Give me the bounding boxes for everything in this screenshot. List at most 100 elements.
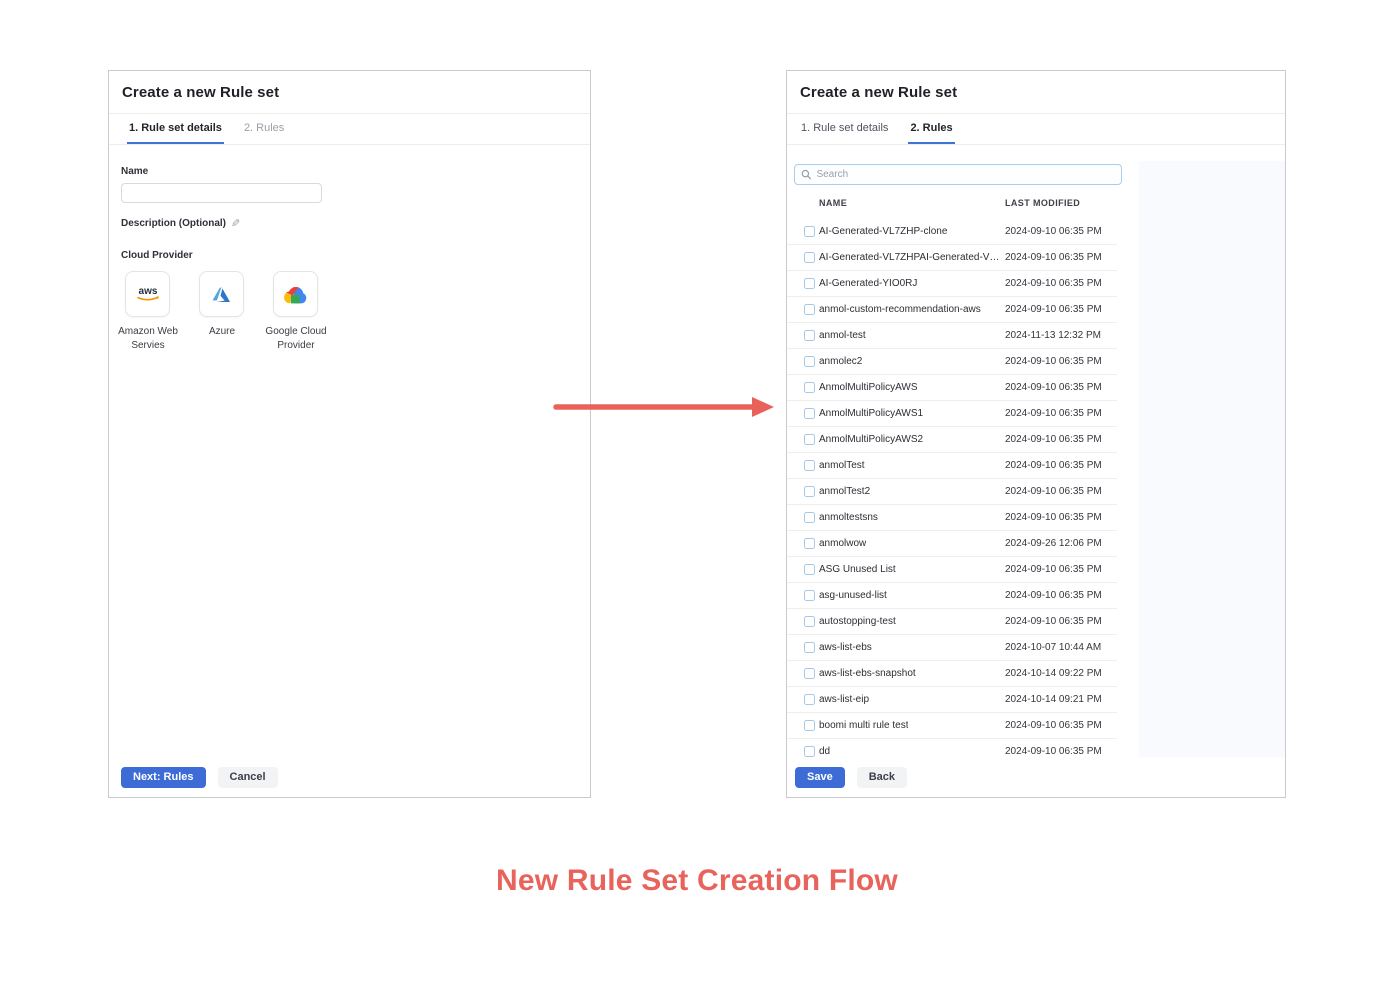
row-checkbox[interactable] (804, 252, 815, 263)
dialog-title: Create a new Rule set (122, 84, 279, 101)
tab-rules[interactable]: 2. Rules (908, 114, 954, 144)
table-row[interactable]: AI-Generated-VL7ZHPAI-Generated-VL7ZHPAI… (787, 245, 1117, 271)
rule-name: anmolTest2 (819, 486, 870, 497)
table-row[interactable]: anmol-custom-recommendation-aws 2024-09-… (787, 297, 1117, 323)
rule-last-modified: 2024-09-26 12:06 PM (1005, 538, 1102, 549)
rule-name: ASG Unused List (819, 564, 896, 575)
rule-last-modified: 2024-09-10 06:35 PM (1005, 616, 1102, 627)
page: Create a new Rule set 1. Rule set detail… (0, 0, 1394, 984)
provider-label: Google Cloud Provider (260, 325, 332, 352)
row-checkbox[interactable] (804, 642, 815, 653)
cloud-provider-label: Cloud Provider (121, 250, 578, 261)
table-row[interactable]: anmoltestsns 2024-09-10 06:35 PM (787, 505, 1117, 531)
column-last-modified: LAST MODIFIED (1005, 198, 1080, 208)
rule-last-modified: 2024-10-07 10:44 AM (1005, 642, 1101, 653)
next-rules-button[interactable]: Next: Rules (121, 767, 206, 788)
row-checkbox[interactable] (804, 512, 815, 523)
details-side-panel (1139, 161, 1285, 758)
search-box[interactable] (794, 164, 1122, 185)
rule-name: dd (819, 746, 830, 757)
row-checkbox[interactable] (804, 538, 815, 549)
cancel-button[interactable]: Cancel (218, 767, 278, 788)
table-row[interactable]: dd 2024-09-10 06:35 PM (787, 739, 1117, 759)
dialog-tabs: 1. Rule set details 2. Rules (109, 114, 590, 145)
rule-name: anmoltestsns (819, 512, 878, 523)
row-checkbox[interactable] (804, 382, 815, 393)
tab-rule-set-details[interactable]: 1. Rule set details (127, 114, 224, 144)
rule-name: aws-list-eip (819, 694, 869, 705)
row-checkbox[interactable] (804, 720, 815, 731)
row-checkbox[interactable] (804, 694, 815, 705)
table-row[interactable]: AI-Generated-YIO0RJ 2024-09-10 06:35 PM (787, 271, 1117, 297)
provider-azure[interactable]: Azure (199, 271, 244, 352)
table-row[interactable]: AnmolMultiPolicyAWS 2024-09-10 06:35 PM (787, 375, 1117, 401)
rule-name: AnmolMultiPolicyAWS (819, 382, 918, 393)
tab-rule-set-details[interactable]: 1. Rule set details (799, 114, 890, 144)
rule-name: AI-Generated-VL7ZHPAI-Generated-VL7ZHPAI… (819, 252, 1001, 263)
rule-last-modified: 2024-11-13 12:32 PM (1005, 330, 1101, 341)
table-row[interactable]: aws-list-ebs 2024-10-07 10:44 AM (787, 635, 1117, 661)
row-checkbox[interactable] (804, 226, 815, 237)
rule-set-details-form: Name Description (Optional) ✎ Cloud Prov… (109, 166, 590, 352)
table-row[interactable]: autostopping-test 2024-09-10 06:35 PM (787, 609, 1117, 635)
table-row[interactable]: anmol-test 2024-11-13 12:32 PM (787, 323, 1117, 349)
table-row[interactable]: anmolwow 2024-09-26 12:06 PM (787, 531, 1117, 557)
row-checkbox[interactable] (804, 278, 815, 289)
rule-last-modified: 2024-09-10 06:35 PM (1005, 304, 1102, 315)
rule-name: anmolwow (819, 538, 866, 549)
dialog-header: Create a new Rule set (787, 71, 1285, 114)
row-checkbox[interactable] (804, 330, 815, 341)
row-checkbox[interactable] (804, 668, 815, 679)
table-row[interactable]: AnmolMultiPolicyAWS1 2024-09-10 06:35 PM (787, 401, 1117, 427)
rule-last-modified: 2024-09-10 06:35 PM (1005, 590, 1102, 601)
save-button[interactable]: Save (795, 767, 845, 788)
search-input[interactable] (816, 169, 1115, 180)
table-row[interactable]: aws-list-ebs-snapshot 2024-10-14 09:22 P… (787, 661, 1117, 687)
rule-name: AI-Generated-VL7ZHP-clone (819, 226, 947, 237)
row-checkbox[interactable] (804, 746, 815, 757)
table-row[interactable]: anmolTest 2024-09-10 06:35 PM (787, 453, 1117, 479)
table-row[interactable]: ASG Unused List 2024-09-10 06:35 PM (787, 557, 1117, 583)
table-row[interactable]: boomi multi rule test 2024-09-10 06:35 P… (787, 713, 1117, 739)
table-row[interactable]: anmolec2 2024-09-10 06:35 PM (787, 349, 1117, 375)
row-checkbox[interactable] (804, 408, 815, 419)
dialog-header: Create a new Rule set (109, 71, 590, 114)
rule-last-modified: 2024-09-10 06:35 PM (1005, 382, 1102, 393)
rule-last-modified: 2024-09-10 06:35 PM (1005, 486, 1102, 497)
table-row[interactable]: aws-list-eip 2024-10-14 09:21 PM (787, 687, 1117, 713)
row-checkbox[interactable] (804, 356, 815, 367)
table-row[interactable]: AI-Generated-VL7ZHP-clone 2024-09-10 06:… (787, 219, 1117, 245)
pencil-icon[interactable]: ✎ (231, 217, 240, 230)
rule-last-modified: 2024-09-10 06:35 PM (1005, 564, 1102, 575)
row-checkbox[interactable] (804, 486, 815, 497)
tab-rules[interactable]: 2. Rules (242, 114, 286, 144)
aws-icon: aws (125, 271, 170, 317)
row-checkbox[interactable] (804, 434, 815, 445)
row-checkbox[interactable] (804, 616, 815, 627)
rule-name: boomi multi rule test (819, 720, 908, 731)
rule-name: aws-list-ebs (819, 642, 872, 653)
column-name: NAME (819, 198, 847, 208)
back-button[interactable]: Back (857, 767, 907, 788)
rule-last-modified: 2024-09-10 06:35 PM (1005, 408, 1102, 419)
flow-caption: New Rule Set Creation Flow (0, 864, 1394, 898)
row-checkbox[interactable] (804, 564, 815, 575)
rule-last-modified: 2024-09-10 06:35 PM (1005, 746, 1102, 757)
provider-label: Amazon Web Servies (112, 325, 184, 352)
table-row[interactable]: asg-unused-list 2024-09-10 06:35 PM (787, 583, 1117, 609)
provider-label: Azure (186, 325, 258, 339)
google-cloud-icon (273, 271, 318, 317)
rule-last-modified: 2024-09-10 06:35 PM (1005, 356, 1102, 367)
row-checkbox[interactable] (804, 590, 815, 601)
rules-dialog: Create a new Rule set 1. Rule set detail… (786, 70, 1286, 798)
search-icon (801, 169, 811, 180)
table-row[interactable]: anmolTest2 2024-09-10 06:35 PM (787, 479, 1117, 505)
row-checkbox[interactable] (804, 304, 815, 315)
provider-gcp[interactable]: Google Cloud Provider (273, 271, 318, 352)
rule-name: AnmolMultiPolicyAWS1 (819, 408, 923, 419)
table-row[interactable]: AnmolMultiPolicyAWS2 2024-09-10 06:35 PM (787, 427, 1117, 453)
rule-name: anmolec2 (819, 356, 862, 367)
name-input[interactable] (121, 183, 322, 203)
row-checkbox[interactable] (804, 460, 815, 471)
provider-aws[interactable]: aws Amazon Web Servies (125, 271, 170, 352)
